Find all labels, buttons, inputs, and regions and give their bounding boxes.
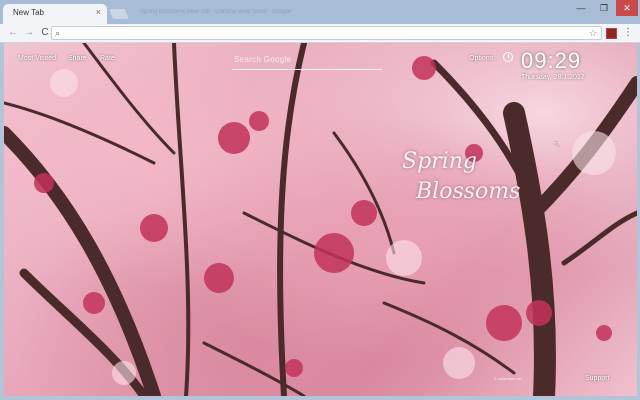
clock-icon bbox=[503, 52, 513, 62]
support-link[interactable]: Support bbox=[585, 375, 610, 382]
clock-time: 09:29 bbox=[521, 48, 582, 73]
maximize-icon[interactable]: ❐ bbox=[593, 0, 615, 16]
clock-date: Thursday, 28.1.2017 bbox=[521, 74, 585, 81]
tab-strip: New Tab × Spring Blossoms New Tab · Chro… bbox=[0, 0, 640, 24]
cherry-blossom-background bbox=[4, 43, 637, 396]
address-bar[interactable]: ⌕ ☆ bbox=[51, 26, 602, 40]
image-credit: © www.fanc.net bbox=[494, 376, 522, 381]
forward-arrow-icon[interactable]: → bbox=[22, 26, 36, 40]
close-window-icon[interactable]: ✕ bbox=[616, 0, 638, 16]
search-placeholder: Search Google bbox=[234, 55, 292, 64]
rate-link[interactable]: Rate bbox=[100, 55, 115, 62]
theme-title-line2: Blossoms bbox=[416, 179, 521, 204]
search-icon: ⌕ bbox=[55, 28, 61, 38]
share-link[interactable]: Share bbox=[68, 55, 87, 62]
tab-new-tab[interactable]: New Tab × bbox=[3, 4, 107, 24]
reload-icon[interactable]: C bbox=[38, 26, 52, 40]
new-tab-button[interactable] bbox=[109, 9, 129, 19]
tab-title: New Tab bbox=[13, 8, 44, 17]
extension-icon[interactable] bbox=[606, 28, 617, 39]
chrome-menu-icon[interactable]: ⋮ bbox=[623, 26, 633, 40]
most-visited-link[interactable]: Most Visited bbox=[18, 55, 56, 62]
options-link[interactable]: Options bbox=[469, 55, 493, 62]
minimize-icon[interactable]: — bbox=[570, 0, 592, 16]
back-arrow-icon[interactable]: ← bbox=[6, 26, 20, 40]
new-tab-page: Most Visited Share Rate Search Google Op… bbox=[4, 43, 637, 396]
mouse-cursor-icon: ↖ bbox=[553, 139, 561, 149]
search-input[interactable]: Search Google bbox=[232, 53, 382, 70]
theme-title-line1: Spring bbox=[402, 149, 477, 174]
background-tab-text: Spring Blossoms New Tab · Chrome Web Sto… bbox=[140, 9, 292, 15]
close-tab-icon[interactable]: × bbox=[96, 7, 101, 17]
bookmark-star-icon[interactable]: ☆ bbox=[589, 27, 597, 39]
browser-toolbar: ← → C ⌕ ☆ ⋮ bbox=[0, 24, 640, 43]
